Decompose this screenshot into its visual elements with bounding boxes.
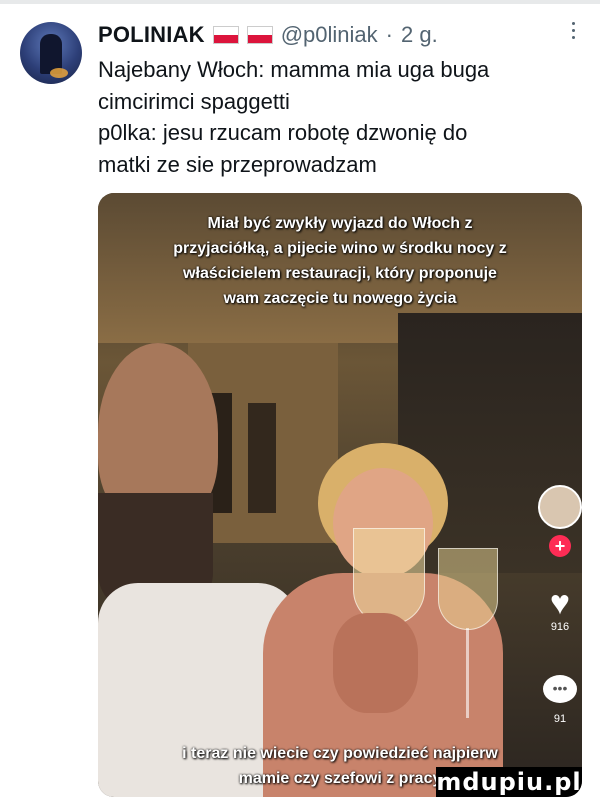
- tweet-header: POLINIAK @p0liniak · 2 g.: [98, 18, 570, 52]
- author-name[interactable]: POLINIAK: [98, 22, 205, 48]
- poland-flag-icon: [246, 26, 273, 44]
- caption-top: Miał być zwykły wyjazd do Włoch z przyja…: [98, 211, 582, 311]
- more-options-icon[interactable]: [572, 22, 576, 39]
- separator-dot: ·: [385, 22, 393, 47]
- caption-line: i teraz nie wiecie czy powiedzieć najpie…: [182, 745, 498, 762]
- caption-line: Miał być zwykły wyjazd do Włoch z: [207, 215, 473, 232]
- tweet-media-image[interactable]: Miał być zwykły wyjazd do Włoch z przyja…: [98, 193, 582, 797]
- creator-avatar[interactable]: [538, 485, 582, 529]
- like-heart-icon[interactable]: ♥ 916: [538, 585, 582, 633]
- comment-count: 91: [553, 713, 567, 725]
- follow-plus-icon[interactable]: +: [538, 535, 582, 557]
- caption-line: właścicielem restauracji, który proponuj…: [183, 265, 497, 282]
- comment-icon[interactable]: ••• 91: [538, 675, 582, 725]
- timestamp[interactable]: 2 g.: [401, 22, 438, 48]
- author-handle[interactable]: @p0liniak: [281, 22, 378, 48]
- poland-flag-icon: [212, 26, 239, 44]
- caption-line: przyjaciółką, a pijecie wino w środku no…: [173, 240, 507, 257]
- watermark-logo: mdupiu.pl: [436, 767, 582, 797]
- caption-line: wam zaczęcie tu nowego życia: [223, 290, 457, 307]
- avatar[interactable]: [20, 22, 82, 84]
- top-divider: [0, 0, 600, 4]
- like-count: 916: [550, 621, 570, 633]
- tweet-text: Najebany Włoch: mamma mia uga buga cimci…: [98, 57, 490, 177]
